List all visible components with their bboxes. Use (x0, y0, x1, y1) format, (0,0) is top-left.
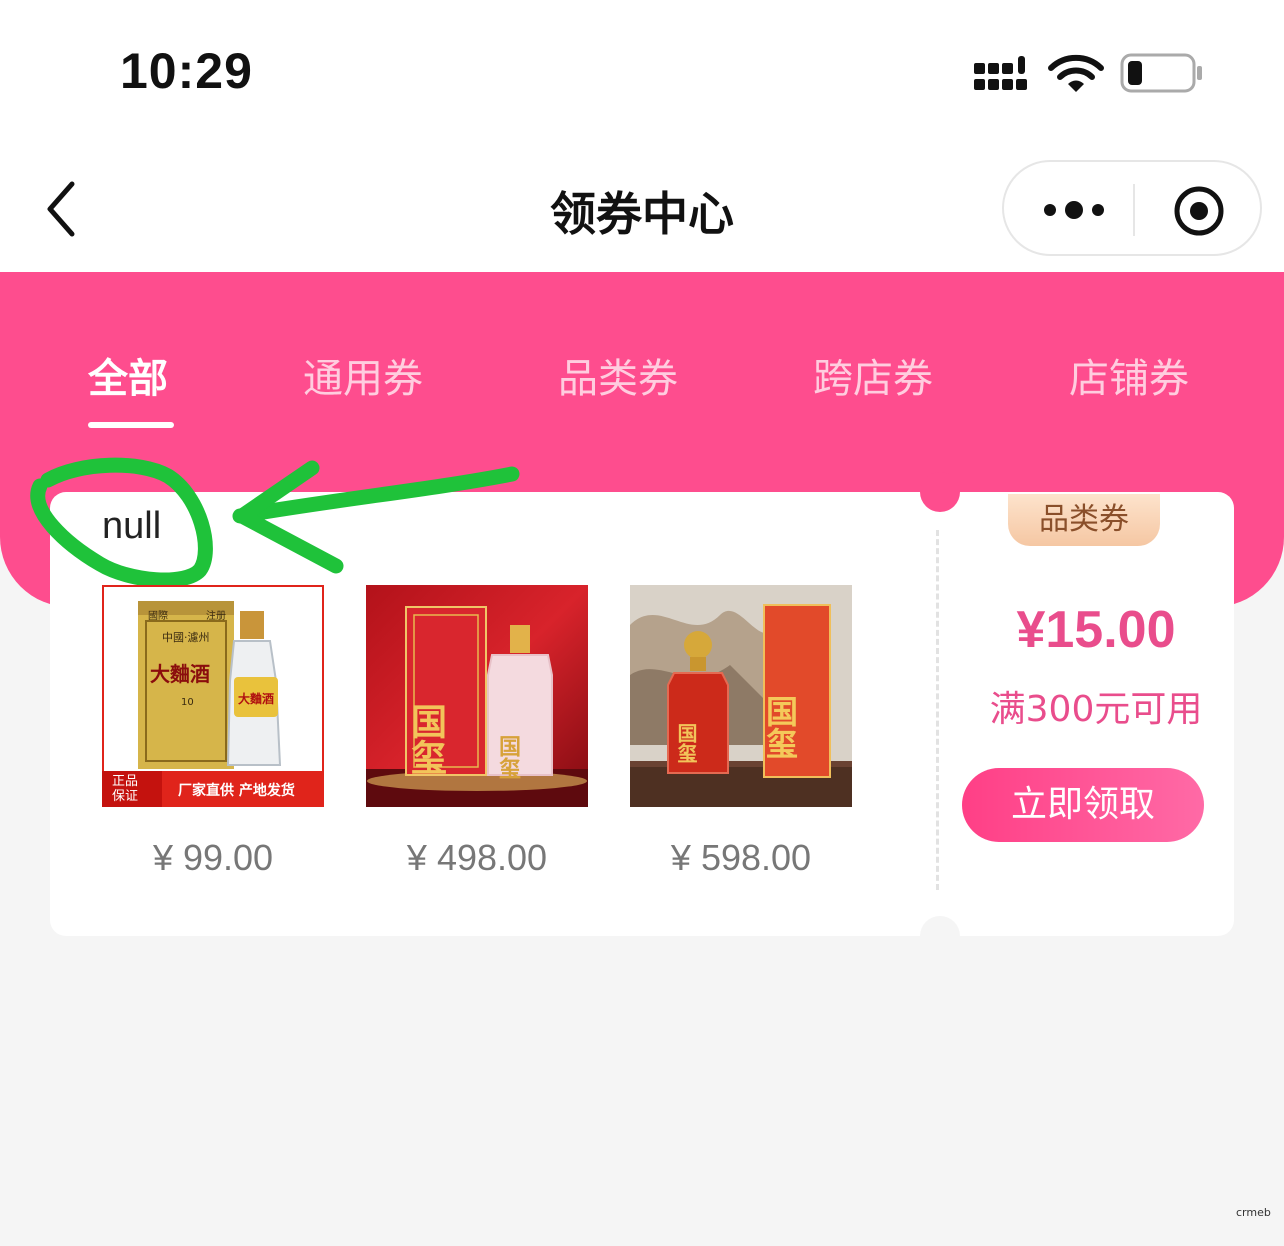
tab-category[interactable]: 品类券 (558, 346, 678, 404)
tab-store[interactable]: 店铺券 (1069, 346, 1189, 404)
strip-label-2: 厂家直供 产地发货 (178, 782, 295, 799)
status-bar: 10:29 (0, 0, 1284, 150)
svg-text:正品 保证: 正品 保证 (112, 774, 142, 804)
box-brand: 国玺 (405, 703, 447, 775)
bottle-brand: 国玺 (495, 735, 521, 779)
product-price: ¥ 99.00 (152, 837, 274, 878)
status-time: 10:29 (120, 43, 253, 99)
product-price: ¥ 498.00 (406, 837, 548, 878)
tab-general[interactable]: 通用券 (303, 346, 423, 404)
close-miniprogram-icon[interactable] (1172, 184, 1226, 238)
product-price: ¥ 598.00 (670, 837, 812, 878)
coupon-amount: ¥15.00 (1016, 601, 1176, 659)
box-brand: 国玺 (761, 695, 799, 759)
product-image[interactable]: 国玺 国玺 (630, 585, 852, 807)
box-label-reg: 注册 (206, 609, 226, 622)
product-item[interactable]: 国玺 国玺 ¥ 498.00 (366, 585, 588, 879)
annotation-circle-arrow (30, 457, 520, 588)
box-label-year: 10 (181, 697, 194, 708)
bottle-brand: 国玺 (674, 723, 698, 763)
coupon-type-badge: 品类券 (1008, 494, 1160, 546)
box-label-origin: 中國·濾州 (162, 630, 210, 644)
product-item[interactable]: 国玺 国玺 ¥ 598.00 (630, 585, 852, 879)
product-image[interactable]: 国玺 国玺 (366, 585, 588, 807)
product-item[interactable]: 國際 注册 中國·濾州 大麯酒 10 大麯酒 正品 保证 厂家直供 产地发货 ¥… (102, 585, 324, 879)
coupon-perforation (936, 530, 939, 890)
box-label-main: 大麯酒 (150, 662, 210, 686)
battery-icon (1120, 53, 1202, 93)
nav-bar: 领券中心 (0, 150, 1284, 272)
capsule-divider (1133, 184, 1135, 236)
bottle-label: 大麯酒 (238, 691, 274, 706)
wifi-icon (1048, 54, 1104, 92)
tab-cross-store[interactable]: 跨店券 (813, 346, 933, 404)
coupon-condition: 满300元可用 (989, 689, 1203, 730)
tab-all[interactable]: 全部 (88, 346, 168, 404)
strip-label-1: 正品 (112, 774, 138, 789)
active-tab-indicator (88, 422, 174, 428)
cellular-signal-icon (974, 56, 1027, 90)
coupon-tabs: 全部 通用券 品类券 跨店券 店铺券 (0, 346, 1284, 436)
box-label-intl: 國際 (148, 610, 168, 622)
coupon-notch-bottom (920, 916, 960, 956)
miniprogram-capsule (1002, 160, 1262, 256)
more-dots-icon[interactable] (1042, 192, 1106, 228)
claim-coupon-button[interactable]: 立即领取 (962, 768, 1204, 842)
coupon-notch-top (920, 472, 960, 512)
product-image[interactable]: 國際 注册 中國·濾州 大麯酒 10 大麯酒 正品 保证 厂家直供 产地发货 (102, 585, 324, 807)
watermark: crmeb (1236, 1206, 1271, 1219)
